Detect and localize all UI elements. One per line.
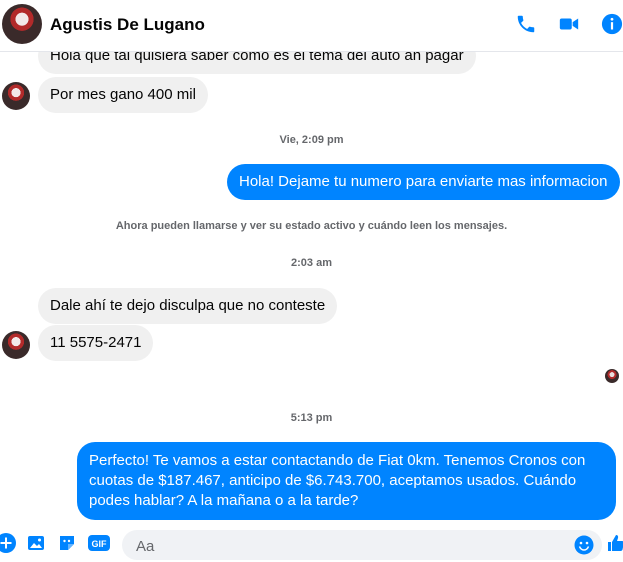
system-notice: Ahora pueden llamarse y ver su estado ac… <box>115 220 508 232</box>
chat-header: Agustis De Lugano <box>0 0 623 52</box>
timestamp: Vie, 2:09 pm <box>279 134 344 146</box>
plus-icon[interactable] <box>0 533 16 553</box>
timestamp: 5:13 pm <box>290 412 333 424</box>
phone-icon[interactable] <box>514 12 538 36</box>
message-incoming[interactable]: Por mes gano 400 mil <box>38 77 208 113</box>
message-incoming[interactable]: Dale ahí te dejo disculpa que no contest… <box>38 288 338 324</box>
message-incoming[interactable]: Hola que tal quisiera saber como es el t… <box>38 52 476 74</box>
sticker-icon[interactable] <box>57 533 77 553</box>
info-icon[interactable] <box>600 12 623 36</box>
message-outgoing[interactable]: Perfecto! Te vamos a estar contactando d… <box>77 442 616 520</box>
timestamp: 2:03 am <box>291 257 332 269</box>
contact-name[interactable]: Agustis De Lugano <box>50 15 205 35</box>
message-thread[interactable]: Hola que tal quisiera saber como es el t… <box>0 52 623 527</box>
gif-icon[interactable]: GIF <box>88 533 110 553</box>
message-outgoing[interactable]: Hola! Dejame tu numero para enviarte mas… <box>227 164 620 200</box>
gif-label: GIF <box>92 539 108 549</box>
image-icon[interactable] <box>26 533 46 553</box>
message-input-box[interactable] <box>122 530 602 562</box>
video-camera-icon[interactable] <box>557 12 581 36</box>
like-icon[interactable] <box>606 533 623 553</box>
read-receipt-avatar <box>605 369 619 383</box>
message-composer: GIF <box>0 527 623 562</box>
emoji-icon[interactable] <box>574 535 594 555</box>
contact-avatar-small <box>2 331 30 359</box>
contact-avatar[interactable] <box>2 4 42 44</box>
message-incoming[interactable]: 11 5575-2471 <box>38 325 154 361</box>
contact-avatar-small <box>2 82 30 110</box>
message-input[interactable] <box>134 530 558 562</box>
